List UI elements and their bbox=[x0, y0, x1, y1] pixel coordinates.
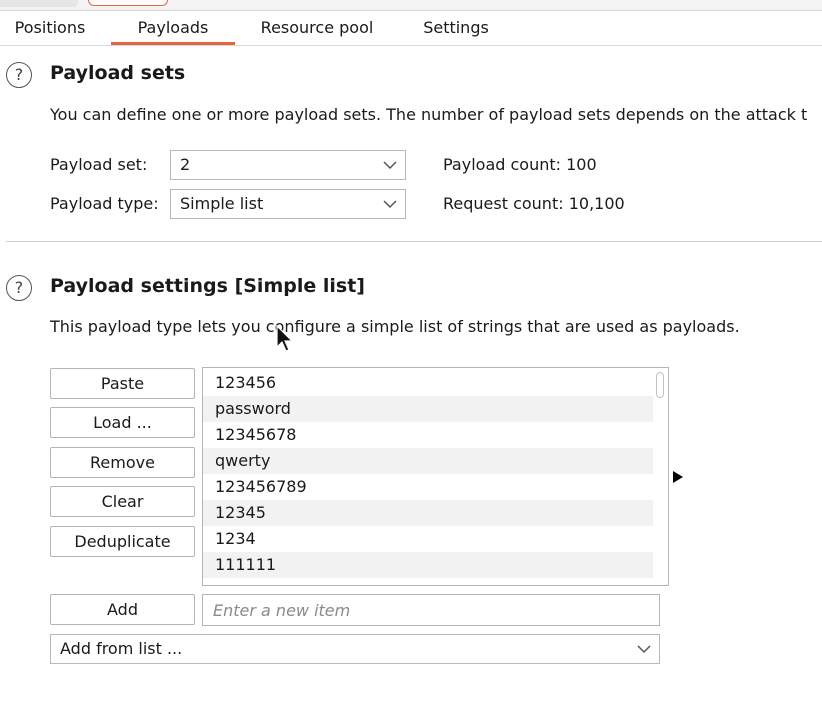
mouse-cursor-icon bbox=[276, 325, 294, 352]
tab-payloads[interactable]: Payloads bbox=[111, 11, 235, 45]
chevron-down-icon bbox=[383, 161, 397, 170]
list-item[interactable]: 123456789 bbox=[203, 474, 653, 500]
payload-type-value: Simple list bbox=[180, 194, 264, 213]
help-icon[interactable]: ? bbox=[6, 62, 32, 88]
request-count: Request count: 10,100 bbox=[443, 194, 625, 213]
help-icon[interactable]: ? bbox=[6, 275, 32, 301]
clear-button[interactable]: Clear bbox=[50, 486, 195, 517]
load-button[interactable]: Load ... bbox=[50, 407, 195, 438]
list-item[interactable]: 123456 bbox=[203, 370, 653, 396]
payload-settings-description: This payload type lets you configure a s… bbox=[50, 317, 740, 336]
payload-type-select[interactable]: Simple list bbox=[170, 189, 406, 219]
payload-count: Payload count: 100 bbox=[443, 155, 597, 174]
payload-count-label: Payload count: bbox=[443, 155, 562, 174]
payload-set-label: Payload set: bbox=[50, 155, 148, 174]
add-button[interactable]: Add bbox=[50, 594, 195, 625]
top-tab-strip bbox=[0, 0, 822, 11]
list-item[interactable]: password bbox=[203, 396, 653, 422]
payload-sets-title: Payload sets bbox=[50, 62, 186, 84]
list-item[interactable]: 12345 bbox=[203, 500, 653, 526]
new-item-input[interactable] bbox=[202, 594, 660, 626]
add-from-list-select[interactable]: Add from list ... bbox=[50, 634, 660, 664]
scrollbar-thumb[interactable] bbox=[656, 372, 664, 398]
chevron-down-icon bbox=[637, 645, 651, 654]
payload-set-select[interactable]: 2 bbox=[170, 150, 406, 180]
expand-arrow-icon[interactable] bbox=[673, 471, 683, 483]
request-count-value: 10,100 bbox=[568, 194, 625, 213]
paste-button[interactable]: Paste bbox=[50, 368, 195, 399]
list-item[interactable]: 1234 bbox=[203, 526, 653, 552]
payload-set-value: 2 bbox=[180, 155, 191, 174]
deduplicate-button[interactable]: Deduplicate bbox=[50, 526, 195, 557]
tab-settings[interactable]: Settings bbox=[410, 11, 502, 45]
payload-type-label: Payload type: bbox=[50, 194, 159, 213]
section-divider bbox=[6, 241, 822, 242]
list-item[interactable]: 111111 bbox=[203, 552, 653, 578]
payload-settings-title: Payload settings [Simple list] bbox=[50, 275, 365, 297]
list-item[interactable]: qwerty bbox=[203, 448, 653, 474]
tab-bar: Positions Payloads Resource pool Setting… bbox=[0, 11, 822, 46]
payload-list[interactable]: 123456 password 12345678 qwerty 12345678… bbox=[202, 367, 669, 586]
payload-sets-description: You can define one or more payload sets.… bbox=[50, 105, 808, 124]
chevron-down-icon bbox=[383, 200, 397, 209]
tab-resource-pool[interactable]: Resource pool bbox=[248, 11, 386, 45]
list-item[interactable]: 12345678 bbox=[203, 422, 653, 448]
remove-button[interactable]: Remove bbox=[50, 447, 195, 478]
ghost-tab[interactable] bbox=[0, 0, 78, 7]
payload-count-value: 100 bbox=[566, 155, 597, 174]
active-top-tab[interactable] bbox=[88, 0, 168, 6]
tab-positions[interactable]: Positions bbox=[0, 11, 100, 45]
request-count-label: Request count: bbox=[443, 194, 564, 213]
add-from-list-label: Add from list ... bbox=[60, 639, 183, 658]
